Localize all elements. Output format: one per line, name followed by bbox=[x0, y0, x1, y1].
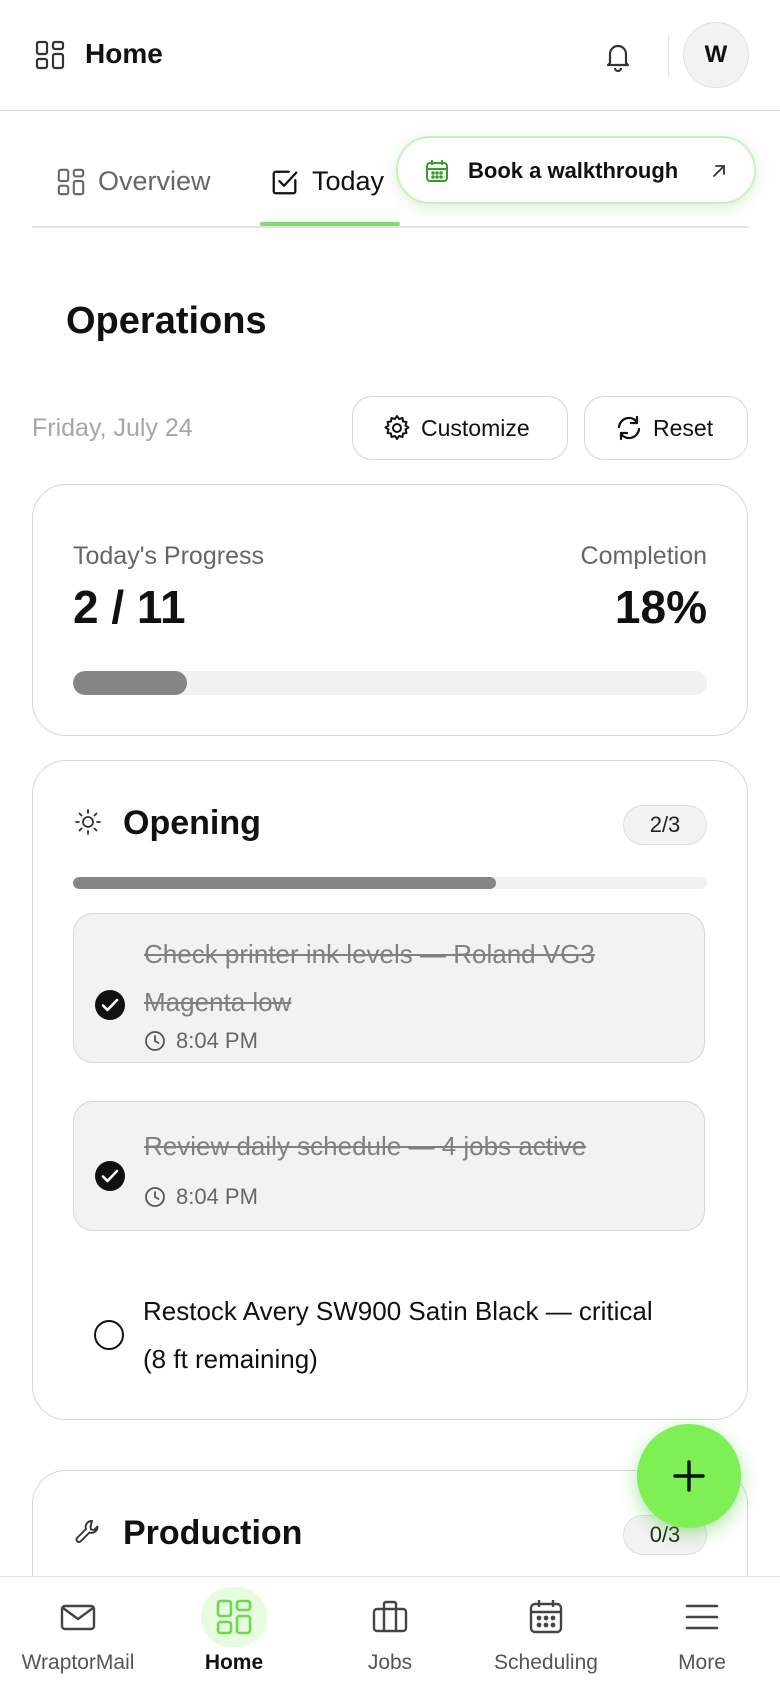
header-divider bbox=[668, 36, 669, 76]
tab-label: Today bbox=[312, 166, 385, 196]
external-arrow-icon bbox=[713, 165, 725, 177]
current-date: Friday, July 24 bbox=[32, 414, 193, 442]
opening-title: Opening bbox=[123, 804, 261, 842]
tab-overview[interactable]: Overview bbox=[56, 135, 211, 228]
progress-bar bbox=[73, 671, 707, 695]
completion-label: Completion bbox=[580, 542, 707, 570]
task-time-label: 8:04 PM bbox=[176, 1184, 258, 1209]
tab-label: Overview bbox=[98, 166, 211, 196]
grid-icon bbox=[57, 168, 85, 195]
plus-icon bbox=[673, 1460, 705, 1492]
task-item[interactable]: Restock Avery SW900 Satin Black — critic… bbox=[73, 1261, 705, 1381]
task-item[interactable]: Review daily schedule — 4 jobs active 8:… bbox=[73, 1101, 705, 1231]
nav-item-wraptormail[interactable]: WraptorMail bbox=[0, 1577, 156, 1688]
unchecked-circle-icon[interactable] bbox=[93, 1319, 125, 1351]
checkbox-icon bbox=[272, 170, 298, 194]
task-text: Check printer ink levels — Roland VG3 Ma… bbox=[144, 939, 595, 1017]
bell-icon[interactable] bbox=[600, 38, 636, 74]
tab-today[interactable]: Today bbox=[270, 135, 384, 228]
nav-icon-wrap bbox=[357, 1587, 423, 1647]
clock-icon bbox=[145, 1187, 165, 1207]
completion-value: 18% bbox=[614, 581, 707, 633]
nav-label: Jobs bbox=[367, 1651, 413, 1674]
bottom-nav: WraptorMail Home Jobs Scheduling More bbox=[0, 1576, 780, 1688]
nav-label: WraptorMail bbox=[21, 1651, 135, 1674]
nav-label: More bbox=[678, 1651, 726, 1674]
nav-item-more[interactable]: More bbox=[624, 1577, 780, 1688]
task-text: Review daily schedule — 4 jobs active bbox=[144, 1131, 587, 1161]
nav-icon-wrap bbox=[669, 1587, 735, 1647]
opening-progress-fill bbox=[73, 877, 496, 889]
nav-item-jobs[interactable]: Jobs bbox=[312, 1577, 468, 1688]
opening-card: Opening 2/3 Check printer ink levels — R… bbox=[32, 760, 748, 1420]
checked-circle-icon[interactable] bbox=[94, 1160, 126, 1192]
mail-icon bbox=[60, 1604, 96, 1631]
grid-icon bbox=[216, 1599, 252, 1635]
nav-label: Scheduling bbox=[494, 1651, 598, 1674]
book-walkthrough-button[interactable]: Book a walkthrough bbox=[396, 136, 756, 204]
briefcase-icon bbox=[372, 1600, 408, 1633]
opening-progress-bar bbox=[73, 877, 707, 889]
calendar-icon bbox=[529, 1600, 563, 1634]
progress-bar-fill bbox=[73, 671, 188, 695]
progress-value: 2 / 11 bbox=[73, 581, 186, 633]
app-header: Home W bbox=[0, 0, 780, 111]
nav-item-scheduling[interactable]: Scheduling bbox=[468, 1577, 624, 1688]
reset-button[interactable]: Reset bbox=[584, 396, 748, 460]
grid-icon[interactable] bbox=[34, 39, 66, 71]
opening-count-badge: 2/3 bbox=[623, 805, 707, 845]
task-text: Restock Avery SW900 Satin Black — critic… bbox=[143, 1296, 653, 1374]
nav-icon-wrap bbox=[201, 1587, 267, 1647]
sun-icon bbox=[75, 809, 101, 835]
menu-icon bbox=[685, 1604, 719, 1630]
reset-label: Reset bbox=[653, 414, 714, 441]
nav-icon-wrap bbox=[513, 1587, 579, 1647]
production-title: Production bbox=[123, 1514, 303, 1552]
customize-label: Customize bbox=[421, 414, 530, 441]
add-fab-button[interactable] bbox=[637, 1424, 741, 1528]
active-tab-indicator bbox=[260, 222, 400, 226]
task-time: 8:04 PM bbox=[144, 1028, 258, 1054]
gear-icon bbox=[384, 415, 410, 440]
avatar[interactable]: W bbox=[683, 22, 749, 88]
task-time-label: 8:04 PM bbox=[176, 1028, 258, 1053]
section-title: Operations bbox=[66, 300, 267, 342]
task-time: 8:04 PM bbox=[144, 1184, 258, 1210]
task-item[interactable]: Check printer ink levels — Roland VG3 Ma… bbox=[73, 913, 705, 1063]
checked-circle-icon[interactable] bbox=[94, 989, 126, 1021]
progress-label: Today's Progress bbox=[73, 542, 264, 570]
calendar-icon bbox=[426, 160, 448, 182]
page-title: Home bbox=[85, 38, 163, 69]
nav-item-home[interactable]: Home bbox=[156, 1577, 312, 1688]
customize-button[interactable]: Customize bbox=[352, 396, 568, 460]
refresh-icon bbox=[617, 415, 641, 441]
wrench-icon bbox=[75, 1520, 99, 1543]
nav-icon-wrap bbox=[45, 1587, 111, 1647]
nav-label: Home bbox=[204, 1651, 264, 1674]
progress-card: Today's Progress 2 / 11 Completion 18% bbox=[32, 484, 748, 736]
walkthrough-label: Book a walkthrough bbox=[468, 158, 679, 183]
clock-icon bbox=[145, 1031, 165, 1051]
